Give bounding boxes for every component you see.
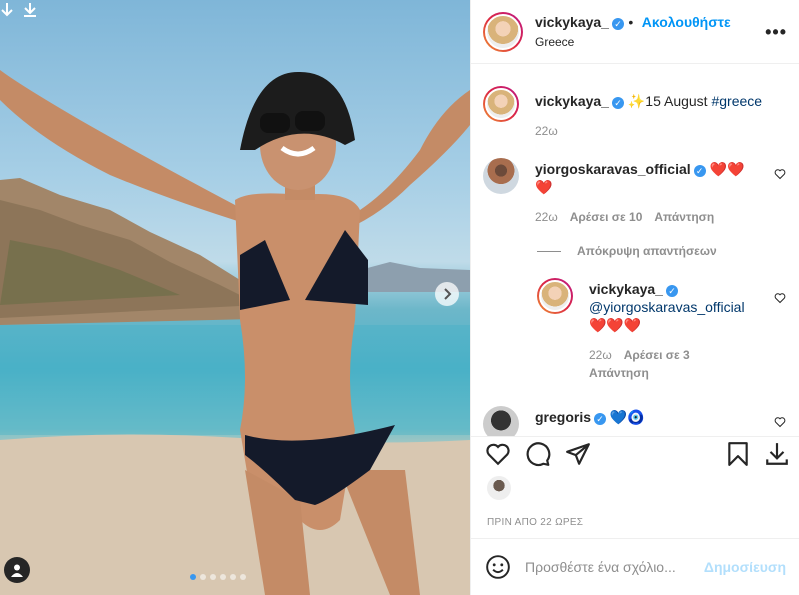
comment-like-heart-icon[interactable]	[774, 416, 786, 428]
comment-input[interactable]: Προσθέστε ένα σχόλιο...	[525, 559, 704, 575]
user-tag-icon[interactable]	[4, 557, 30, 583]
avatar[interactable]	[537, 278, 573, 314]
comment-text: 💙🧿	[609, 409, 645, 425]
comment-age[interactable]: 22ω	[535, 210, 558, 224]
hide-replies-toggle[interactable]: Απόκρυψη απαντήσεων	[537, 244, 717, 258]
likes-avatars[interactable]	[487, 476, 511, 500]
reply-mention[interactable]: @yiorgoskaravas_official	[589, 298, 759, 316]
comment-bubble-icon[interactable]	[525, 441, 551, 467]
verified-badge-icon: ✓	[665, 285, 678, 297]
post-location[interactable]: Greece	[535, 35, 731, 49]
carousel-dot	[230, 574, 236, 580]
comment-text-line2: ❤️	[535, 179, 553, 195]
comment-like-heart-icon[interactable]	[774, 168, 786, 180]
verified-badge-icon: ✓	[611, 18, 624, 30]
post-comment-button[interactable]: Δημοσίευση	[704, 559, 786, 575]
paper-plane-icon[interactable]	[565, 441, 591, 467]
verified-badge-icon: ✓	[611, 97, 624, 109]
post-header: vickykaya_ ✓ • Ακολουθήστε Greece •••	[471, 0, 799, 64]
carousel-dot	[240, 574, 246, 580]
carousel-dot	[190, 574, 196, 580]
reply-username[interactable]: vickykaya_	[589, 281, 663, 297]
chevron-right-icon	[444, 288, 452, 300]
photo-scene	[0, 70, 470, 595]
comment-likes[interactable]: Αρέσει σε 10	[570, 210, 643, 224]
hide-replies-label: Απόκρυψη απαντήσεων	[577, 244, 717, 258]
reply-like-heart-icon[interactable]	[774, 292, 786, 304]
reply-likes[interactable]: Αρέσει σε 3	[624, 348, 690, 362]
more-options-button[interactable]: •••	[765, 22, 787, 43]
avatar[interactable]	[483, 11, 523, 52]
post-photo[interactable]	[0, 0, 470, 595]
add-comment-bar: Προσθέστε ένα σχόλιο... Δημοσίευση	[471, 538, 799, 595]
smiley-icon[interactable]	[485, 554, 511, 580]
comment-username[interactable]: yiorgoskaravas_official	[535, 161, 691, 177]
heart-icon[interactable]	[485, 441, 511, 467]
avatar[interactable]	[483, 406, 519, 436]
caption-row: vickykaya_ ✓ ✨15 August #greece 22ω	[483, 86, 762, 138]
reply-text: ❤️❤️❤️	[589, 317, 642, 333]
comment-reply-button[interactable]: Απάντηση	[654, 210, 714, 224]
comments-list: vickykaya_ ✓ ✨15 August #greece 22ω yiorg…	[471, 64, 799, 436]
caption-age[interactable]: 22ω	[535, 124, 558, 138]
comment-text: ❤️❤️	[709, 161, 745, 177]
carousel-dot	[220, 574, 226, 580]
download-arrow-icon-secondary[interactable]	[22, 2, 40, 20]
post-username[interactable]: vickykaya_	[535, 14, 609, 30]
comment-row: yiorgoskaravas_official ✓ ❤️❤️ ❤️ 22ω Αρέ…	[483, 158, 755, 224]
bookmark-icon[interactable]	[725, 441, 751, 467]
carousel-dot	[210, 574, 216, 580]
hide-replies-line	[537, 250, 561, 252]
carousel-dots	[190, 574, 246, 580]
separator-dot: •	[628, 14, 634, 30]
reply-reply-button[interactable]: Απάντηση	[589, 366, 649, 380]
post-timestamp[interactable]: ΠΡΙΝ ΑΠΟ 22 ΩΡΕΣ	[487, 517, 583, 528]
follow-button[interactable]: Ακολουθήστε	[642, 14, 731, 30]
download-icon[interactable]	[764, 441, 790, 467]
avatar[interactable]	[483, 86, 519, 122]
avatar[interactable]	[483, 158, 519, 194]
download-arrow-icon[interactable]	[0, 2, 18, 20]
verified-badge-icon: ✓	[693, 165, 706, 177]
comment-row-partial: gregoris ✓ 💙🧿	[483, 406, 645, 436]
comment-username[interactable]: gregoris	[535, 409, 591, 425]
reply-row: vickykaya_ ✓ @yiorgoskaravas_official ❤️❤…	[537, 278, 759, 380]
post-actions-bar	[471, 436, 799, 472]
caption-text: ✨15 August	[627, 93, 712, 109]
carousel-next-button[interactable]	[435, 282, 459, 306]
caption-hashtag[interactable]: #greece	[711, 93, 762, 109]
post-side-panel: vickykaya_ ✓ • Ακολουθήστε Greece ••• vic…	[470, 0, 799, 595]
reply-age[interactable]: 22ω	[589, 348, 612, 362]
caption-username[interactable]: vickykaya_	[535, 93, 609, 109]
carousel-dot	[200, 574, 206, 580]
verified-badge-icon: ✓	[594, 413, 607, 425]
